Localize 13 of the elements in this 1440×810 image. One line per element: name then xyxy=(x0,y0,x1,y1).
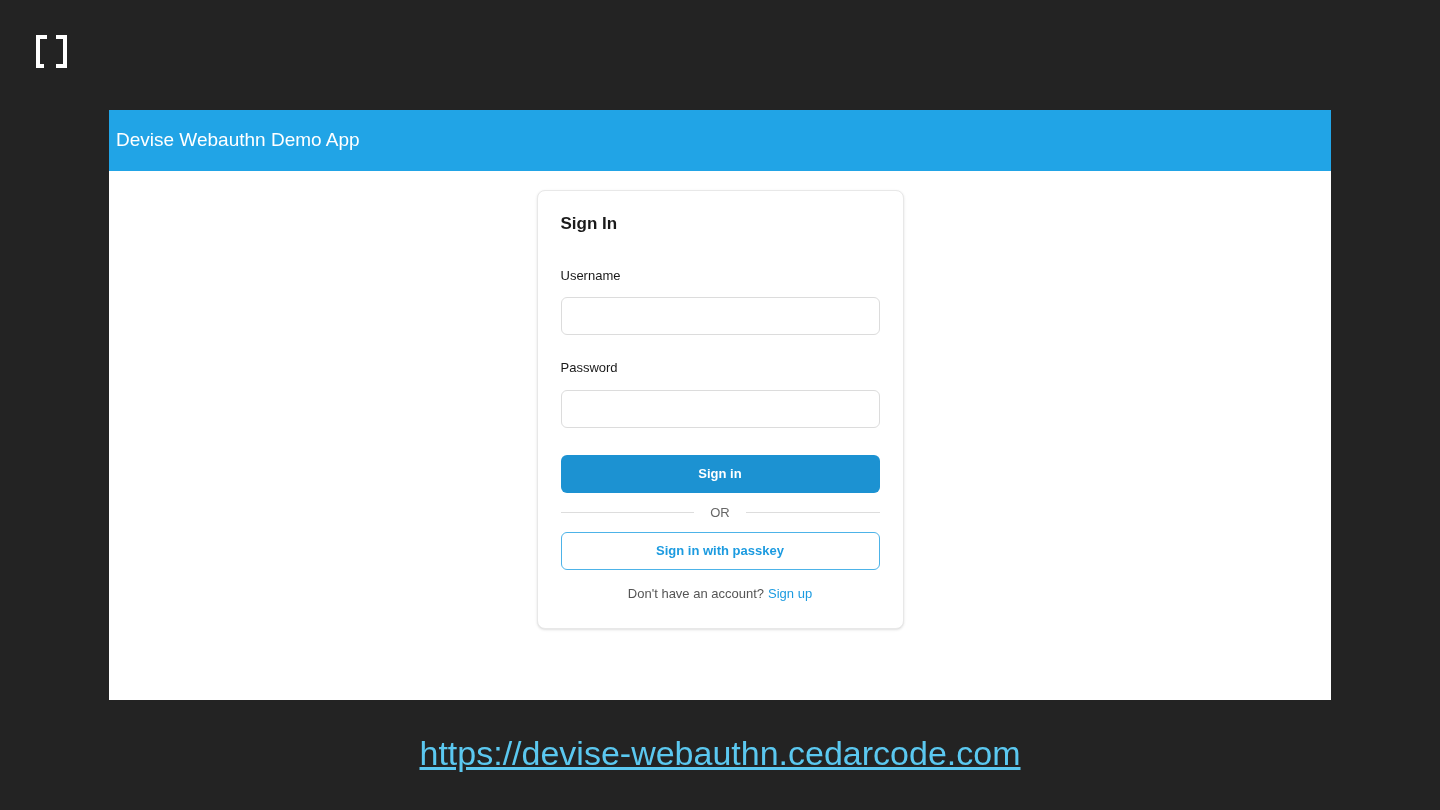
card-title: Sign In xyxy=(560,213,619,235)
field-label: Username xyxy=(560,266,622,285)
passkey-button[interactable]: Sign in with passkey xyxy=(560,532,880,570)
field-label: Password xyxy=(560,359,619,377)
or-divider-text: OR xyxy=(709,503,731,522)
sign-in-button[interactable]: Sign in xyxy=(560,454,880,493)
website-link[interactable]: https://devise-webauthn.cedarcode.com xyxy=(419,736,1021,770)
text-field[interactable] xyxy=(560,389,880,428)
app-title: Devise Webauthn Demo App xyxy=(116,128,360,153)
bracket-logo-icon xyxy=(35,35,68,68)
text-field[interactable] xyxy=(560,297,880,335)
signup-prompt: Don't have an account? xyxy=(627,585,765,603)
sign-up-link[interactable]: Sign up xyxy=(768,584,813,604)
